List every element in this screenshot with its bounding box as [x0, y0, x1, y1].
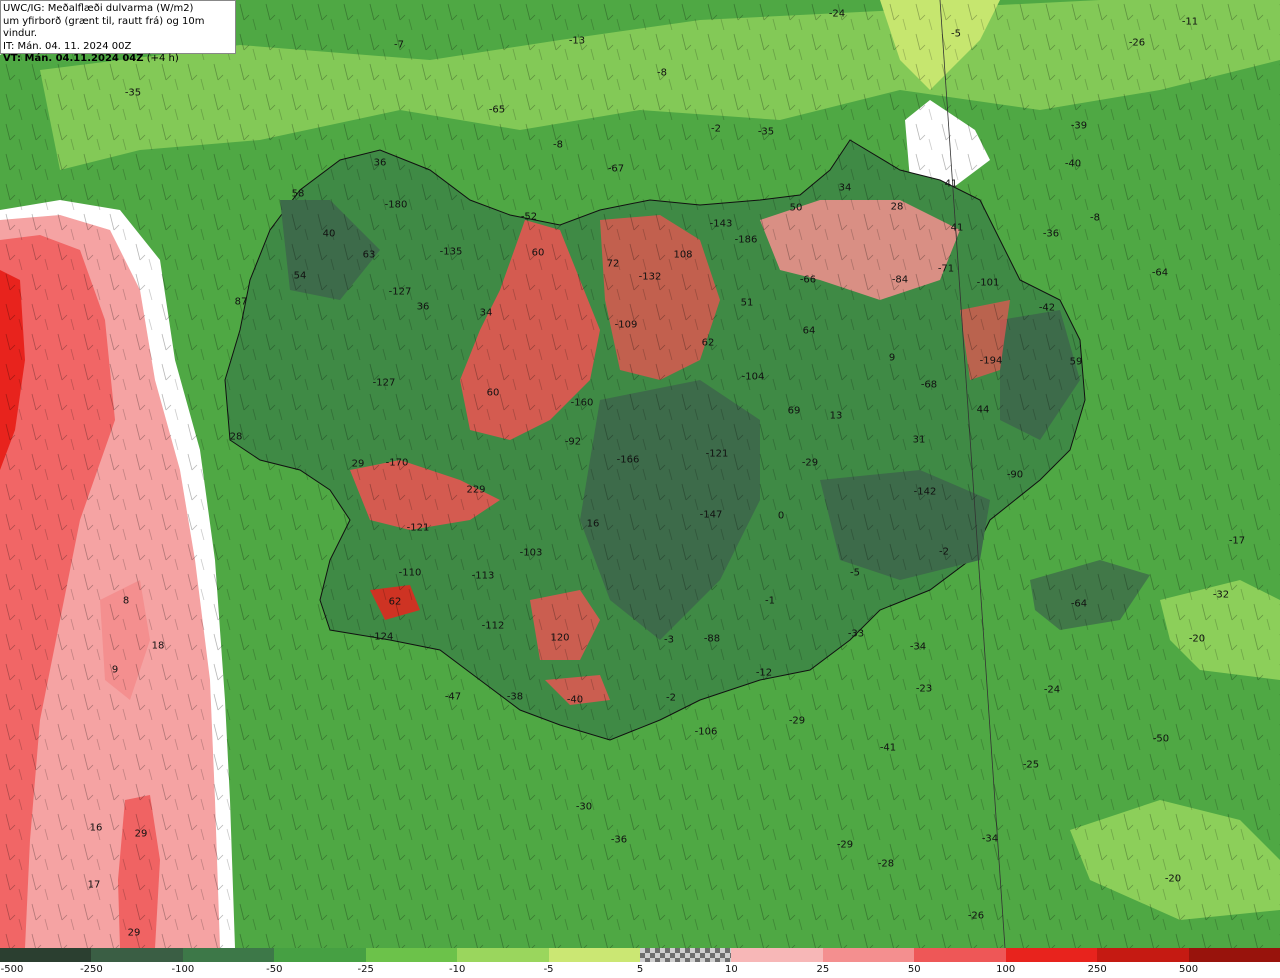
colorbar-tick-label: 50: [907, 964, 921, 975]
colorbar-tick-label: -50: [266, 964, 283, 975]
title-line-1: UWC/IG: Meðalflæði dulvarma (W/m2): [3, 3, 194, 14]
map-info-box: UWC/IG: Meðalflæði dulvarma (W/m2) um yf…: [0, 0, 236, 64]
colorbar-tick-label: -250: [80, 964, 103, 975]
colorbar-tick-label: 100: [996, 964, 1016, 975]
valid-time-row: VT: Mán. 04.11.2024 04Z (+4 h): [3, 53, 233, 66]
colorbar-tick-label: 5: [636, 964, 644, 975]
colorbar-tick-label: 250: [1087, 964, 1107, 975]
colorbar-swatch: [1188, 948, 1280, 962]
init-time: IT: Mán. 04. 11. 2024 00Z: [3, 40, 132, 52]
colorbar-tick-label: -5: [543, 964, 554, 975]
colorbar-swatch: [365, 948, 458, 962]
colorbar-tick-label: 25: [816, 964, 830, 975]
colorbar-tick-label: 500: [1179, 964, 1199, 975]
colorbar-swatch: [548, 948, 641, 962]
colorbar: -500 -250 -100 -50 -25 -10 -5 5 10 25 50 100 250 500: [0, 948, 1280, 978]
valid-time: VT: Mán. 04.11.2024 04Z: [3, 53, 144, 64]
colorbar-swatch: [457, 948, 550, 962]
colorbar-tick-label: -10: [448, 964, 466, 975]
colorbar-swatch: [274, 948, 367, 962]
colorbar-tick-label: -100: [171, 964, 195, 975]
colorbar-swatch: [1005, 948, 1098, 962]
lead-time: (+4 h): [146, 53, 179, 64]
colorbar-tick-label: 10: [725, 964, 738, 975]
colorbar-tick-label: -500: [0, 964, 24, 975]
colorbar-swatch: [731, 948, 824, 962]
colorbar-swatch: [822, 948, 915, 962]
colorbar-swatch: [914, 948, 1007, 962]
wind-barbs: [0, 0, 1280, 948]
colorbar-swatch: [1097, 948, 1190, 962]
latent-heat-flux-map: [0, 0, 1280, 950]
colorbar-swatch: [91, 948, 184, 962]
colorbar-tick-label: -25: [357, 964, 374, 975]
title-line-2: um yfirborð (grænt til, rautt frá) og 10…: [3, 15, 205, 40]
colorbar-swatch: [640, 948, 732, 962]
colorbar-swatch: [0, 948, 92, 962]
colorbar-swatch: [182, 948, 275, 962]
